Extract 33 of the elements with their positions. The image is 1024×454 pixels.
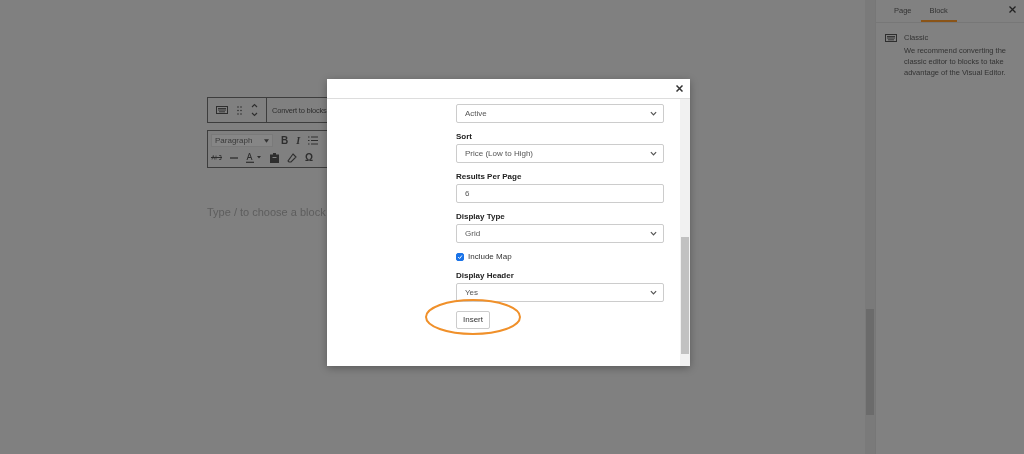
insert-button[interactable]: Insert: [456, 311, 490, 329]
text-color-icon[interactable]: [246, 152, 262, 163]
eraser-icon[interactable]: [287, 152, 297, 163]
keyboard-icon: [885, 34, 897, 42]
move-arrows-icon[interactable]: [251, 103, 258, 117]
field-label: Display Type: [456, 212, 506, 222]
select-field[interactable]: Grid: [456, 224, 664, 243]
select-field[interactable]: Active: [456, 104, 664, 123]
paste-icon[interactable]: [270, 152, 279, 163]
drag-handle-icon[interactable]: [237, 105, 242, 115]
modal-scrollbar[interactable]: [680, 99, 690, 366]
checkbox-label: Include Map: [468, 252, 512, 262]
chevron-icon: [650, 290, 657, 295]
field-label: Display Header: [456, 271, 515, 281]
horizontal-line-icon[interactable]: [230, 156, 238, 159]
field-label: Sort: [456, 132, 473, 142]
chevron-icon: [650, 111, 657, 116]
bold-button[interactable]: B: [281, 135, 289, 146]
select-field[interactable]: Price (Low to High): [456, 144, 664, 163]
chevron-icon: [650, 231, 657, 236]
keyboard-icon[interactable]: [216, 106, 228, 114]
select-field[interactable]: Yes: [456, 283, 664, 302]
list-icon[interactable]: [308, 136, 319, 145]
field-label: Results Per Page: [456, 172, 523, 182]
chevron-icon: [650, 151, 657, 156]
paragraph-dropdown[interactable]: Paragraph: [211, 134, 273, 147]
special-character-button[interactable]: Ω: [305, 152, 314, 163]
caret-icon: [264, 138, 269, 143]
input-field[interactable]: 6: [456, 184, 664, 203]
checkbox[interactable]: [456, 253, 464, 261]
close-icon[interactable]: [676, 85, 683, 92]
strikethrough-icon[interactable]: [211, 155, 222, 160]
italic-button[interactable]: I: [296, 135, 301, 146]
